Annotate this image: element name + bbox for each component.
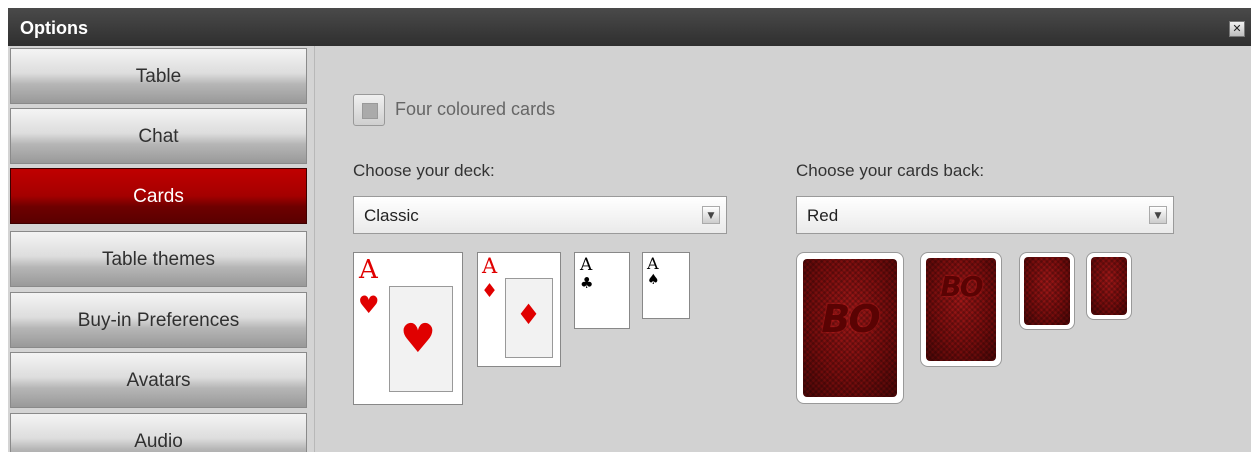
sidebar-item-label: Chat — [138, 126, 179, 147]
close-icon: ✕ — [1232, 22, 1242, 35]
cards-settings-panel: Four coloured cards Choose your deck: Cl… — [315, 46, 1251, 452]
diamond-icon: ♦ — [516, 298, 542, 331]
sidebar-item-label: Table themes — [101, 249, 215, 270]
card-face-panel: ♦ — [505, 278, 553, 358]
spade-icon: ♠ — [647, 272, 660, 288]
deck-preview-card-tiny[interactable]: A ♠ — [642, 252, 690, 319]
diamond-icon: ♦ — [481, 280, 499, 302]
card-back-logo: BO — [821, 297, 880, 341]
card-back-pattern: BO — [926, 258, 996, 361]
card-back-preview-small[interactable] — [1019, 252, 1075, 330]
sidebar-item-table-themes[interactable]: Table themes — [10, 231, 307, 287]
deck-preview-card-large[interactable]: A ♥ ♥ — [353, 252, 463, 405]
card-back-preview-tiny[interactable] — [1086, 252, 1132, 320]
sidebar-item-chat[interactable]: Chat — [10, 108, 307, 164]
sidebar-item-buy-in-preferences[interactable]: Buy-in Preferences — [10, 292, 307, 348]
title-bar: Options ✕ — [8, 8, 1251, 46]
card-back-pattern — [1091, 257, 1127, 315]
window-title: Options — [20, 18, 88, 38]
cards-back-heading: Choose your cards back: — [796, 161, 985, 180]
sidebar-item-label: Cards — [133, 186, 184, 207]
card-back-logo: BO — [940, 270, 983, 303]
club-icon: ♣ — [580, 274, 594, 292]
card-back-pattern — [1024, 257, 1070, 325]
card-rank: A — [359, 255, 378, 285]
chevron-down-icon: ▼ — [1149, 206, 1167, 224]
card-rank: A — [580, 255, 593, 275]
card-back-pattern: BO — [803, 259, 897, 397]
card-back-preview-medium[interactable]: BO — [920, 252, 1002, 367]
card-rank: A — [482, 254, 498, 278]
deck-heading: Choose your deck: — [353, 161, 495, 180]
card-rank: A — [647, 254, 659, 273]
options-window: Options ✕ Table Chat Cards Table themes … — [8, 8, 1251, 452]
chevron-down-icon: ▼ — [702, 206, 720, 224]
cards-back-selected-value: Red — [807, 206, 839, 225]
sidebar-item-cards[interactable]: Cards — [10, 168, 307, 224]
sidebar-item-label: Buy-in Preferences — [77, 310, 240, 331]
sidebar-item-audio[interactable]: Audio — [10, 413, 307, 452]
deck-preview-card-medium[interactable]: A ♦ ♦ — [477, 252, 561, 367]
options-sidebar: Table Chat Cards Table themes Buy-in Pre… — [8, 46, 315, 452]
close-button[interactable]: ✕ — [1229, 21, 1245, 37]
heart-icon: ♥ — [400, 316, 436, 362]
cards-back-select[interactable]: Red ▼ — [796, 196, 1174, 234]
four-coloured-cards-label: Four coloured cards — [395, 99, 556, 119]
four-coloured-cards-checkbox[interactable] — [353, 94, 385, 126]
deck-preview-card-small[interactable]: A ♣ — [574, 252, 630, 329]
card-face-panel: ♥ — [389, 286, 453, 392]
sidebar-item-table[interactable]: Table — [10, 48, 307, 104]
card-back-preview-large[interactable]: BO — [796, 252, 904, 404]
deck-selected-value: Classic — [364, 206, 419, 225]
heart-icon: ♥ — [358, 291, 380, 319]
sidebar-item-label: Table — [135, 66, 182, 87]
sidebar-item-label: Avatars — [126, 370, 191, 391]
sidebar-item-label: Audio — [134, 431, 183, 452]
sidebar-item-avatars[interactable]: Avatars — [10, 352, 307, 408]
checkbox-indicator — [362, 103, 378, 119]
deck-select[interactable]: Classic ▼ — [353, 196, 727, 234]
